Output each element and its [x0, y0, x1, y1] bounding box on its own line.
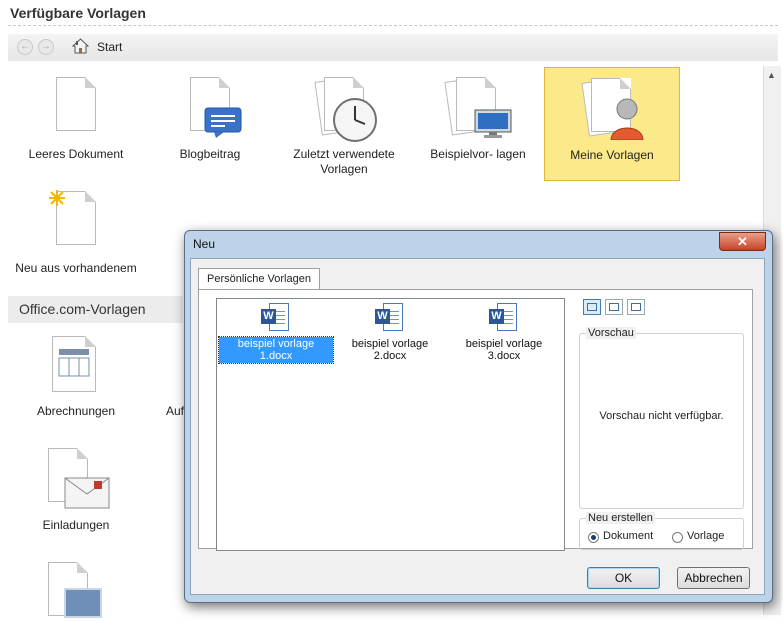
file-name: beispiel vorlage 3.docx: [465, 338, 543, 362]
create-new-label: Neu erstellen: [586, 512, 655, 524]
preview-message: Vorschau nicht verfügbar.: [599, 410, 724, 422]
cancel-button[interactable]: Abbrechen: [677, 567, 750, 589]
back-button[interactable]: ←: [17, 39, 33, 55]
clock-icon: [333, 98, 377, 142]
template-label-line1: Zuletzt verwendete: [293, 147, 395, 161]
template-label: Leeres Dokument: [28, 147, 124, 161]
envelope-icon: [64, 477, 110, 509]
large-icons-view-button[interactable]: [583, 299, 601, 315]
certificate-icon: [64, 588, 102, 618]
template-label: Meine Vorlagen: [570, 148, 654, 162]
large-icons-icon: [587, 303, 597, 311]
monitor-icon: [474, 109, 512, 138]
table-icon: [58, 349, 90, 377]
tab-personal-templates[interactable]: Persönliche Vorlagen: [198, 268, 320, 290]
template-label: Zuletzt verwendete Vorlagen: [276, 147, 412, 177]
radio-template[interactable]: [672, 532, 683, 543]
radio-template-label[interactable]: Vorlage: [687, 530, 724, 542]
template-label: Beispielvor- lagen: [430, 147, 526, 161]
breadcrumb-start[interactable]: Start: [97, 40, 122, 54]
sparkle-icon: [49, 190, 65, 206]
word-document-icon: W: [375, 303, 405, 333]
preview-group: Vorschau Vorschau nicht verfügbar.: [579, 327, 744, 509]
template-recent[interactable]: Zuletzt verwendete Vorlagen: [276, 67, 412, 181]
blank-document-icon: [56, 77, 96, 131]
template-blank-document[interactable]: Leeres Dokument: [8, 67, 144, 181]
details-view-button[interactable]: [627, 299, 645, 315]
scroll-up-arrow[interactable]: ▲: [767, 70, 776, 80]
section-title: Office.com-Vorlagen: [19, 301, 146, 317]
new-dialog: Neu ✕ Persönliche Vorlagen W beispiel vo…: [184, 230, 773, 603]
user-icon: [610, 98, 644, 140]
create-new-group: Neu erstellen Dokument Vorlage: [579, 512, 744, 550]
file-name: beispiel vorlage 1.docx: [218, 336, 334, 364]
radio-document-label[interactable]: Dokument: [603, 530, 653, 542]
forward-button[interactable]: →: [38, 39, 54, 55]
template-label: Abrechnungen: [36, 404, 116, 418]
file-item[interactable]: W beispiel vorlage 3.docx: [447, 303, 561, 364]
template-samples[interactable]: Beispielvor- lagen: [410, 67, 546, 181]
office-template-partial-label[interactable]: Auf: [166, 404, 184, 418]
office-template-certificate[interactable]: [44, 562, 102, 622]
template-blog-post[interactable]: Blogbeitrag: [142, 67, 278, 181]
close-icon: ✕: [737, 234, 748, 249]
template-my-templates[interactable]: Meine Vorlagen: [544, 67, 680, 181]
home-icon[interactable]: [72, 38, 89, 55]
template-label: Neu aus vorhandenem: [15, 261, 137, 275]
details-icon: [631, 303, 641, 311]
speech-bubble-icon: [204, 107, 242, 138]
dialog-title: Neu: [193, 237, 216, 251]
template-new-from-existing[interactable]: Neu aus vorhandenem: [8, 181, 144, 295]
ok-button[interactable]: OK: [587, 567, 660, 589]
file-name: beispiel vorlage 2.docx: [351, 338, 429, 362]
dialog-close-button[interactable]: ✕: [719, 232, 766, 251]
dialog-client-area: Persönliche Vorlagen W beispiel vorlage …: [190, 258, 765, 595]
office-template-invitations[interactable]: Einladungen: [8, 442, 144, 556]
template-file-list[interactable]: W beispiel vorlage 1.docx W beispiel vor…: [216, 298, 565, 551]
template-label-line2: Vorlagen: [320, 162, 368, 176]
template-label: Einladungen: [42, 518, 110, 532]
word-document-icon: W: [261, 303, 291, 333]
word-document-icon: W: [489, 303, 519, 333]
page-title: Verfügbare Vorlagen: [10, 5, 146, 21]
list-icon: [609, 303, 619, 311]
radio-document[interactable]: [588, 532, 599, 543]
navigation-bar: ← → Start: [8, 34, 778, 61]
list-view-button[interactable]: [605, 299, 623, 315]
preview-label: Vorschau: [586, 327, 636, 339]
office-template-invoices[interactable]: Abrechnungen: [8, 328, 144, 442]
file-item[interactable]: W beispiel vorlage 1.docx: [218, 303, 334, 364]
file-item[interactable]: W beispiel vorlage 2.docx: [333, 303, 447, 364]
office-templates-section-header: Office.com-Vorlagen: [8, 296, 183, 323]
template-label: Blogbeitrag: [179, 147, 241, 161]
header-divider: [8, 25, 778, 26]
